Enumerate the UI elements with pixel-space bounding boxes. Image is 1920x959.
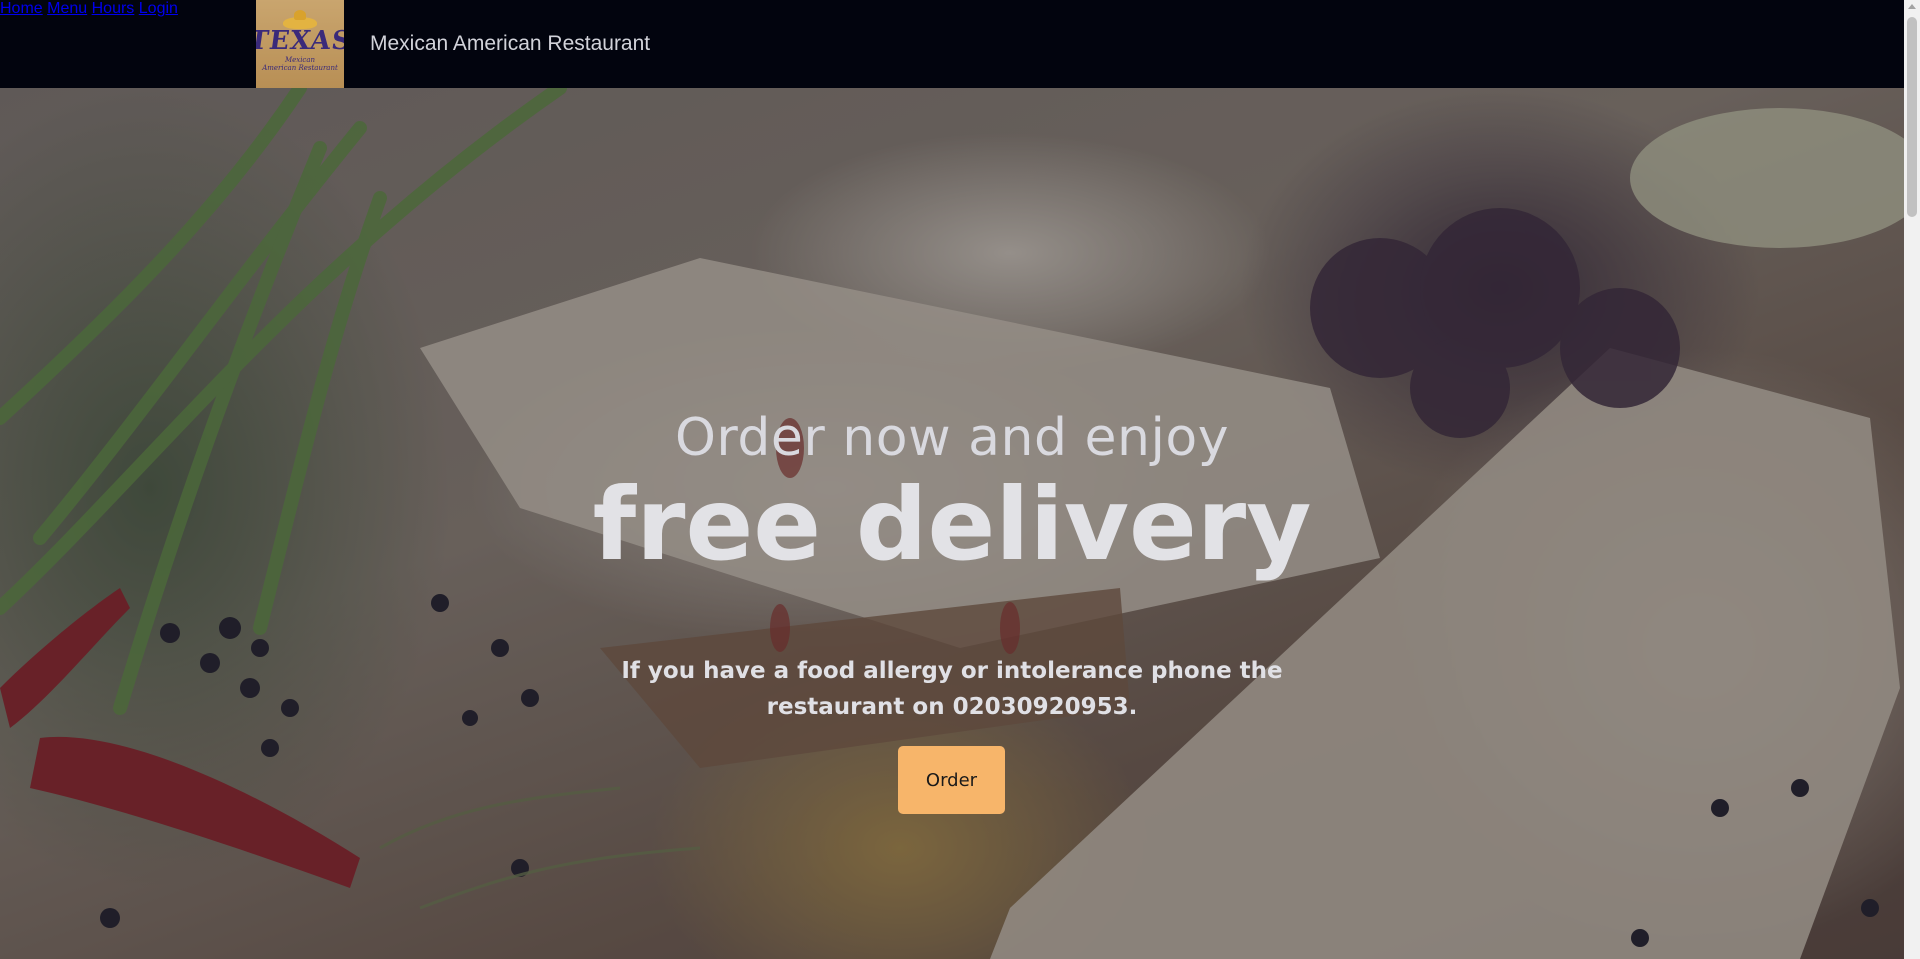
hero-section: Order now and enjoy free delivery If you… [0,88,1904,959]
nav-menu-link[interactable]: Menu [47,0,87,17]
hero-headline: Order now and enjoy [675,408,1229,468]
hero-subheadline: free delivery [592,466,1312,583]
logo-subtitle-line1: Mexican [284,55,316,64]
scroll-up-arrow-icon[interactable] [1908,4,1916,9]
texas-logo[interactable]: TEXAS Mexican American Restaurant [256,0,344,88]
nav-hours-link[interactable]: Hours [92,0,135,17]
scrollbar-thumb[interactable] [1907,17,1917,217]
logo-subtitle-line2: American Restaurant [262,63,338,72]
nav-home-link[interactable]: Home [0,0,43,17]
page-scrollbar[interactable] [1904,0,1920,959]
site-title: Mexican American Restaurant [370,32,651,55]
nav-login-link[interactable]: Login [139,0,178,17]
order-button[interactable]: Order [898,746,1005,814]
logo-brand: TEXAS [256,25,344,56]
site-header: TEXAS Mexican American Restaurant Mexica… [0,0,1904,88]
allergy-notice: If you have a food allergy or intoleranc… [621,658,1283,720]
